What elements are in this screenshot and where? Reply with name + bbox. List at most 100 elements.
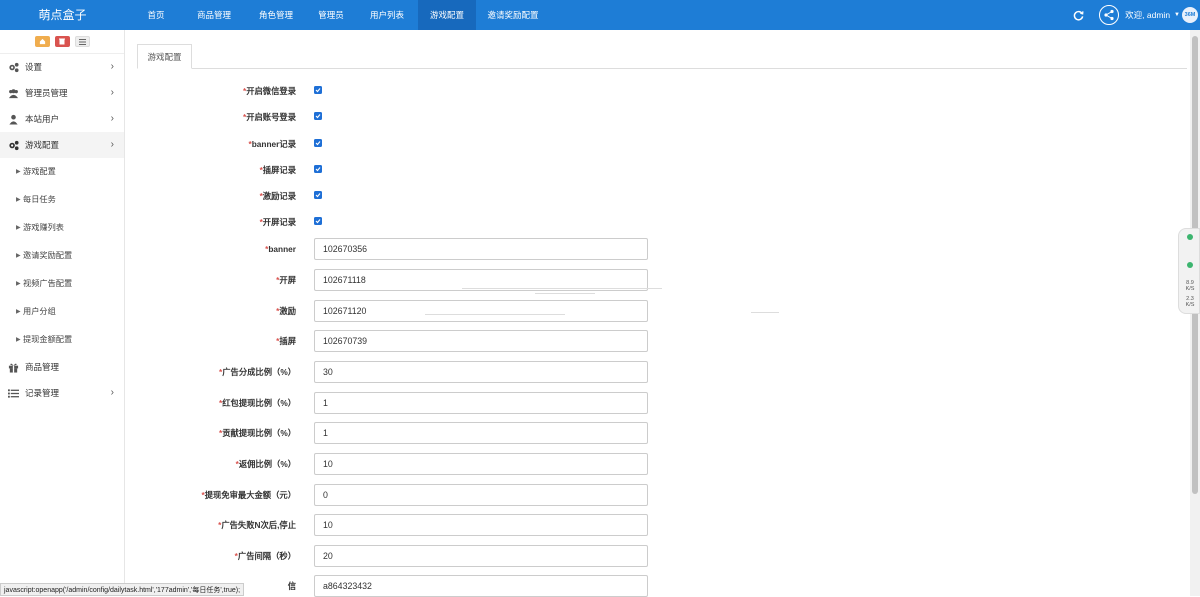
- form-row: *红包提现比例（%） 1: [125, 392, 1125, 414]
- reward-record-checkbox[interactable]: [314, 191, 322, 199]
- caret-right-icon: ▶: [16, 169, 21, 175]
- download-speed: 2.3 K/S: [1185, 296, 1195, 308]
- ad-share-ratio-input[interactable]: 30: [314, 361, 648, 383]
- home-shortcut-button[interactable]: [34, 36, 50, 47]
- gears-icon: [9, 140, 19, 151]
- top-navbar: 萌点盒子 首页 商品管理 角色管理 管理员 用户列表 游戏配置 邀请奖励配置 欢…: [0, 0, 1200, 30]
- check-icon: [315, 141, 321, 146]
- sidebar-item-records[interactable]: 记录管理 ›: [0, 380, 124, 406]
- nav-admins[interactable]: 管理员: [306, 0, 356, 30]
- form-row: 信 a864323432: [125, 575, 1125, 597]
- nav-invite-reward[interactable]: 邀请奖励配置: [476, 0, 550, 30]
- form-row: *banner记录: [125, 133, 1125, 155]
- trash-icon: [59, 38, 65, 45]
- chevron-right-icon: ›: [110, 387, 114, 398]
- field-label: *开屏: [276, 275, 296, 285]
- sidebar-item-label: 商品管理: [25, 362, 60, 372]
- field-label: *插屏记录: [259, 165, 296, 175]
- divider: [462, 288, 662, 289]
- list-shortcut-button[interactable]: [74, 36, 90, 47]
- field-label: *激励记录: [259, 191, 296, 201]
- form-row: *广告失败N次后,停止 10: [125, 514, 1125, 536]
- sidebar-sub-game-config[interactable]: ▶ 游戏配置: [0, 158, 124, 186]
- form-row: *banner 102670356: [125, 238, 1125, 260]
- sidebar-item-admin-manage[interactable]: 管理员管理 ›: [0, 80, 124, 106]
- check-icon: [315, 114, 321, 119]
- form-row: *插屏 102670739: [125, 330, 1125, 352]
- check-icon: [315, 88, 321, 93]
- caret-down-icon[interactable]: ▼: [1174, 12, 1180, 18]
- chevron-right-icon: ›: [110, 139, 114, 150]
- form-row: *贡献提现比例（%） 1: [125, 422, 1125, 444]
- withdraw-free-review-max-input[interactable]: 0: [314, 484, 648, 506]
- form-row: *激励 102671120: [125, 300, 1125, 322]
- wechat-id-input[interactable]: a864323432: [314, 575, 648, 597]
- caret-right-icon: ▶: [16, 225, 21, 231]
- form-row: *提现免审最大金额（元） 0: [125, 484, 1125, 506]
- splash-record-checkbox[interactable]: [314, 217, 322, 225]
- sidebar-sub-daily-task[interactable]: ▶ 每日任务: [0, 186, 124, 214]
- sidebar-sub-withdraw-amount[interactable]: ▶ 提现金额配置: [0, 326, 124, 354]
- form-row: *开屏记录: [125, 211, 1125, 233]
- sidebar-sub-label: 游戏赚列表: [23, 223, 64, 232]
- caret-right-icon: ▶: [16, 197, 21, 203]
- field-label: *贡献提现比例（%）: [219, 428, 296, 438]
- tab-game-config[interactable]: 游戏配置: [137, 44, 192, 69]
- nav-roles[interactable]: 角色管理: [246, 0, 306, 30]
- avatar[interactable]: 36M: [1182, 7, 1198, 23]
- ad-fail-stop-count-input[interactable]: 10: [314, 514, 648, 536]
- sidebar-item-label: 记录管理: [25, 388, 60, 398]
- sidebar-sub-invite-reward[interactable]: ▶ 邀请奖励配置: [0, 242, 124, 270]
- welcome-text[interactable]: 欢迎, admin: [1125, 9, 1170, 21]
- rebate-ratio-input[interactable]: 10: [314, 453, 648, 475]
- brand-logo[interactable]: 萌点盒子: [0, 0, 125, 30]
- users-icon: [8, 89, 19, 99]
- form-row: *开启微信登录: [125, 80, 1125, 102]
- redpacket-withdraw-ratio-input[interactable]: 1: [314, 392, 648, 414]
- banner-record-checkbox[interactable]: [314, 139, 322, 147]
- chevron-right-icon: ›: [110, 113, 114, 124]
- field-label: *提现免审最大金额（元）: [201, 490, 296, 500]
- delete-shortcut-button[interactable]: [54, 36, 70, 47]
- banner-id-input[interactable]: 102670356: [314, 238, 648, 260]
- divider: [535, 293, 595, 294]
- sidebar-sub-video-ad[interactable]: ▶ 视频广告配置: [0, 270, 124, 298]
- sidebar-item-game-config[interactable]: 游戏配置 ›: [0, 132, 124, 158]
- field-label: *banner记录: [248, 139, 297, 149]
- field-label: *插屏: [276, 336, 296, 346]
- wechat-login-checkbox[interactable]: [314, 86, 322, 94]
- list-icon: [8, 389, 19, 398]
- browser-status-bar: javascript:openapp('/admin/config/dailyt…: [0, 583, 245, 596]
- gift-icon: [8, 363, 19, 373]
- account-login-checkbox[interactable]: [314, 112, 322, 120]
- caret-right-icon: ▶: [16, 253, 21, 259]
- divider: [425, 314, 565, 315]
- nav-home[interactable]: 首页: [130, 0, 182, 30]
- nav-products[interactable]: 商品管理: [182, 0, 246, 30]
- interstitial-id-input[interactable]: 102670739: [314, 330, 648, 352]
- sidebar-item-label: 本站用户: [25, 114, 60, 124]
- field-label: *开启微信登录: [242, 86, 296, 96]
- sidebar-item-products[interactable]: 商品管理: [0, 354, 124, 380]
- nav-users[interactable]: 用户列表: [356, 0, 418, 30]
- upload-speed: 8.9 K/S: [1185, 280, 1195, 292]
- contribution-withdraw-ratio-input[interactable]: 1: [314, 422, 648, 444]
- sidebar-sub-user-group[interactable]: ▶ 用户分组: [0, 298, 124, 326]
- form-row: *广告分成比例（%） 30: [125, 361, 1125, 383]
- sidebar-sub-label: 每日任务: [23, 195, 56, 204]
- interstitial-record-checkbox[interactable]: [314, 165, 322, 173]
- sidebar-item-settings[interactable]: 设置 ›: [0, 54, 124, 80]
- sidebar-toolbar: [0, 30, 124, 54]
- network-speed-widget[interactable]: 8.9 K/S 2.3 K/S: [1178, 228, 1200, 314]
- caret-right-icon: ▶: [16, 309, 21, 315]
- refresh-icon[interactable]: [1071, 8, 1085, 22]
- nav-game-config[interactable]: 游戏配置: [418, 0, 476, 30]
- reward-id-input[interactable]: 102671120: [314, 300, 648, 322]
- field-label: *返佣比例（%）: [235, 459, 296, 469]
- sidebar-item-site-users[interactable]: 本站用户 ›: [0, 106, 124, 132]
- share-icon[interactable]: [1099, 5, 1120, 25]
- sidebar-sub-game-earn-list[interactable]: ▶ 游戏赚列表: [0, 214, 124, 242]
- form-row: *激励记录: [125, 185, 1125, 207]
- ad-interval-input[interactable]: 20: [314, 545, 648, 567]
- gears-icon: [9, 62, 19, 73]
